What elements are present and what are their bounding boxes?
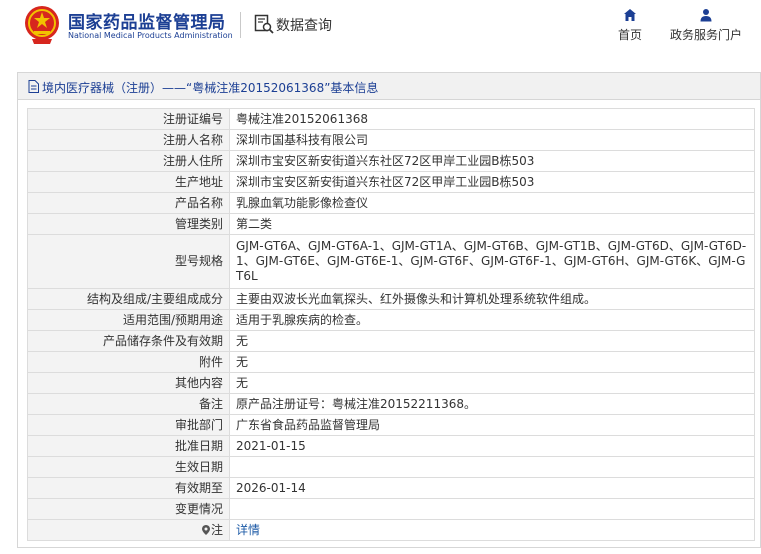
table-row: 批准日期 2021-01-15 xyxy=(27,435,755,457)
field-value: 广东省食品药品监督管理局 xyxy=(229,414,755,436)
site-title-cn: 国家药品监督管理局 xyxy=(68,13,226,33)
field-value: GJM-GT6A、GJM-GT6A-1、GJM-GT1A、GJM-GT6B、GJ… xyxy=(229,234,755,289)
table-row: 注册人名称 深圳市国基科技有限公司 xyxy=(27,129,755,151)
table-row: 附件 无 xyxy=(27,351,755,373)
table-row: 产品储存条件及有效期 无 xyxy=(27,330,755,352)
field-value: 原产品注册证号：粤械注准20152211368。 xyxy=(229,393,755,415)
field-label: 其他内容 xyxy=(27,372,230,394)
table-row: 注 详情 xyxy=(27,519,755,541)
field-value: 无 xyxy=(229,372,755,394)
field-label: 变更情况 xyxy=(27,498,230,520)
nav-service-portal-label: 政务服务门户 xyxy=(669,28,742,42)
user-icon xyxy=(700,9,712,22)
table-row: 变更情况 xyxy=(27,498,755,520)
field-value xyxy=(229,498,755,520)
table-row: 管理类别 第二类 xyxy=(27,213,755,235)
field-label: 注册人住所 xyxy=(27,150,230,172)
detail-table: 注册证编号 粤械注准20152061368 注册人名称 深圳市国基科技有限公司 … xyxy=(27,108,755,541)
site-header: 国家药品监督管理局 National Medical Products Admi… xyxy=(0,0,761,54)
breadcrumb-text: 境内医疗器械（注册）——“粤械注准20152061368”基本信息 xyxy=(42,81,379,95)
table-row: 审批部门 广东省食品药品监督管理局 xyxy=(27,414,755,436)
table-row: 适用范围/预期用途 适用于乳腺疾病的检查。 xyxy=(27,309,755,331)
field-label: 型号规格 xyxy=(27,234,230,289)
field-label: 适用范围/预期用途 xyxy=(27,309,230,331)
field-value: 无 xyxy=(229,330,755,352)
nav-service-portal[interactable]: 政务服务门户 xyxy=(666,8,746,43)
table-row: 型号规格 GJM-GT6A、GJM-GT6A-1、GJM-GT1A、GJM-GT… xyxy=(27,234,755,289)
national-emblem-icon xyxy=(25,6,59,44)
field-value: 2021-01-15 xyxy=(229,435,755,457)
field-value: 2026-01-14 xyxy=(229,477,755,499)
home-icon xyxy=(624,9,636,21)
table-row: 生效日期 xyxy=(27,456,755,478)
site-title-en: National Medical Products Administration xyxy=(68,31,233,40)
table-row: 产品名称 乳腺血氧功能影像检查仪 xyxy=(27,192,755,214)
field-label: 附件 xyxy=(27,351,230,373)
location-pin-icon xyxy=(201,524,210,535)
table-row: 结构及组成/主要组成成分 主要由双波长光血氧探头、红外摄像头和计算机处理系统软件… xyxy=(27,288,755,310)
field-label: 注册人名称 xyxy=(27,129,230,151)
field-value: 无 xyxy=(229,351,755,373)
table-row: 注册证编号 粤械注准20152061368 xyxy=(27,108,755,130)
nav-home-label: 首页 xyxy=(617,28,642,42)
breadcrumb: 境内医疗器械（注册）——“粤械注准20152061368”基本信息 xyxy=(18,73,760,100)
field-label-note: 注 xyxy=(27,519,230,541)
document-icon xyxy=(28,80,39,93)
table-row: 备注 原产品注册证号：粤械注准20152211368。 xyxy=(27,393,755,415)
field-value: 乳腺血氧功能影像检查仪 xyxy=(229,192,755,214)
field-value: 粤械注准20152061368 xyxy=(229,108,755,130)
field-label: 生产地址 xyxy=(27,171,230,193)
field-value: 深圳市宝安区新安街道兴东社区72区甲岸工业园B栋503 xyxy=(229,150,755,172)
table-row: 注册人住所 深圳市宝安区新安街道兴东社区72区甲岸工业园B栋503 xyxy=(27,150,755,172)
field-label: 结构及组成/主要组成成分 xyxy=(27,288,230,310)
table-row: 其他内容 无 xyxy=(27,372,755,394)
field-label: 注册证编号 xyxy=(27,108,230,130)
detail-panel: 境内医疗器械（注册）——“粤械注准20152061368”基本信息 注册证编号 … xyxy=(17,72,761,548)
note-label-text: 注 xyxy=(210,522,223,537)
field-value: 第二类 xyxy=(229,213,755,235)
field-label: 产品储存条件及有效期 xyxy=(27,330,230,352)
field-value: 深圳市宝安区新安街道兴东社区72区甲岸工业园B栋503 xyxy=(229,171,755,193)
table-row: 生产地址 深圳市宝安区新安街道兴东社区72区甲岸工业园B栋503 xyxy=(27,171,755,193)
data-query-icon xyxy=(254,14,274,34)
nav-home[interactable]: 首页 xyxy=(612,8,648,43)
field-label: 有效期至 xyxy=(27,477,230,499)
data-query-label: 数据查询 xyxy=(276,18,332,34)
details-link[interactable]: 详情 xyxy=(236,523,260,537)
field-value: 详情 xyxy=(229,519,755,541)
field-label: 批准日期 xyxy=(27,435,230,457)
field-label: 管理类别 xyxy=(27,213,230,235)
field-value xyxy=(229,456,755,478)
field-label: 备注 xyxy=(27,393,230,415)
field-value: 适用于乳腺疾病的检查。 xyxy=(229,309,755,331)
field-label: 产品名称 xyxy=(27,192,230,214)
field-value: 主要由双波长光血氧探头、红外摄像头和计算机处理系统软件组成。 xyxy=(229,288,755,310)
header-divider xyxy=(240,12,241,38)
field-label: 审批部门 xyxy=(27,414,230,436)
field-value: 深圳市国基科技有限公司 xyxy=(229,129,755,151)
field-label: 生效日期 xyxy=(27,456,230,478)
table-row: 有效期至 2026-01-14 xyxy=(27,477,755,499)
